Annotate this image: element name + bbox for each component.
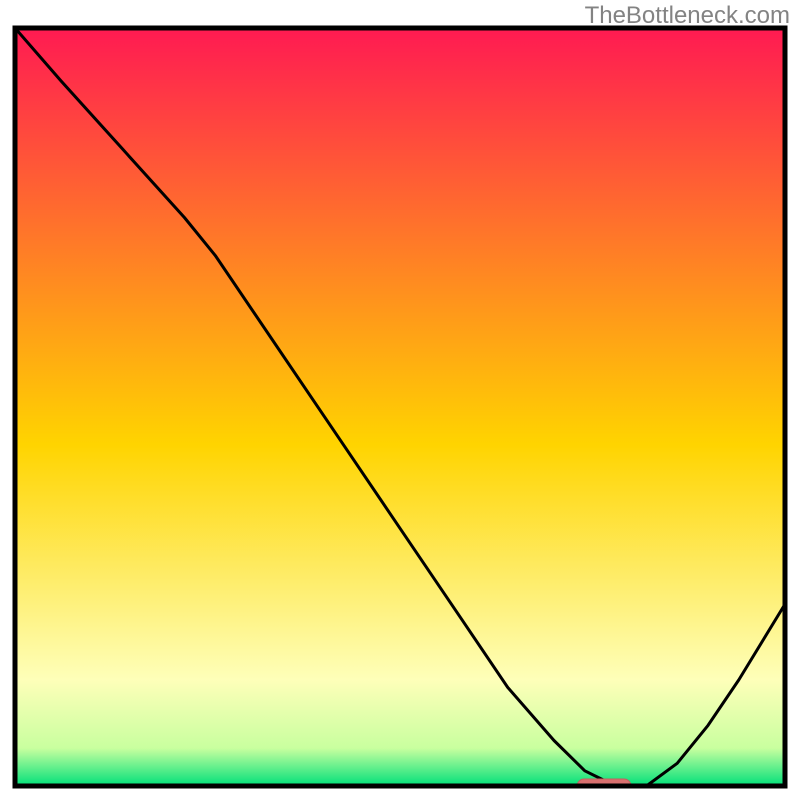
watermark-text: TheBottleneck.com — [585, 2, 790, 30]
chart-stage: TheBottleneck.com — [0, 0, 800, 800]
bottleneck-chart — [0, 0, 800, 800]
gradient-background — [15, 28, 785, 786]
